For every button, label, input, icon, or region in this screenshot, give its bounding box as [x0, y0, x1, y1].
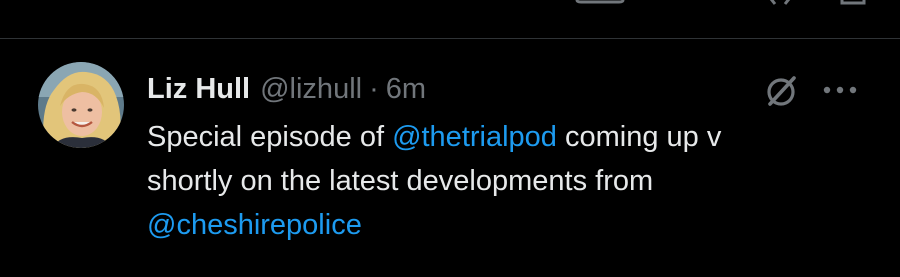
tweet-header: Liz Hull @lizhull · 6m: [147, 69, 426, 109]
more-dots-icon[interactable]: [820, 78, 860, 102]
mention-cheshirepolice[interactable]: @cheshirepolice: [147, 209, 362, 241]
close-icon[interactable]: [765, 0, 795, 6]
tweet-text: Special episode of @thetrialpod coming u…: [147, 115, 847, 247]
author-handle[interactable]: @lizhull: [260, 73, 362, 106]
tweet-text-line-1: Special episode of @thetrialpod coming u…: [147, 115, 847, 159]
bookmark-icon[interactable]: [575, 0, 625, 6]
grok-slash-icon[interactable]: [762, 72, 800, 110]
tweet[interactable]: Liz Hull @lizhull · 6m Special episode o…: [0, 39, 900, 277]
previous-post-action-bar: [0, 0, 900, 12]
text-segment: Special episode of: [147, 121, 393, 153]
separator-dot: ·: [369, 72, 379, 105]
mention-thetrialpod[interactable]: @thetrialpod: [392, 121, 557, 153]
tweet-text-line-2: shortly on the latest developments from: [147, 165, 654, 197]
timestamp[interactable]: 6m: [386, 73, 426, 106]
text-segment: coming up v: [556, 121, 722, 153]
tweet-text-line-3: @cheshirepolice: [147, 203, 847, 247]
author-name[interactable]: Liz Hull: [147, 73, 250, 106]
avatar[interactable]: [38, 62, 124, 148]
share-icon[interactable]: [838, 0, 868, 6]
